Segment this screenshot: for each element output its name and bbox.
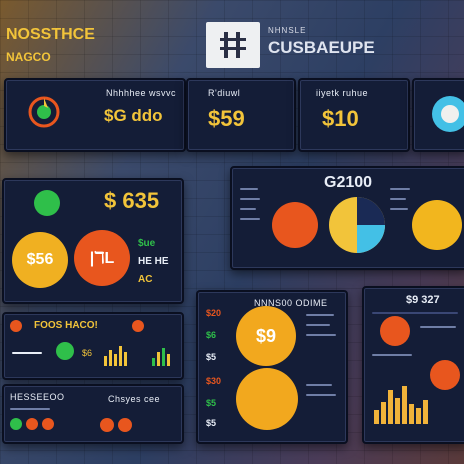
circle-b: |ℸL bbox=[74, 230, 130, 286]
legend-label: $6 bbox=[82, 348, 93, 358]
bottom-left-title: HESSEEOO bbox=[10, 392, 65, 402]
text-line bbox=[306, 334, 336, 336]
text-line bbox=[306, 394, 336, 396]
right-top-panel[interactable]: G2100 bbox=[230, 166, 464, 270]
orange-dot bbox=[118, 418, 132, 432]
text-line bbox=[390, 198, 406, 200]
top-card-4[interactable] bbox=[412, 78, 464, 152]
text-line bbox=[306, 314, 334, 316]
center-label: $6 bbox=[206, 330, 217, 340]
text-line bbox=[306, 384, 332, 386]
center-label: $20 bbox=[206, 308, 222, 318]
text-line bbox=[390, 208, 408, 210]
card-value: $10 bbox=[322, 106, 359, 131]
orange-dot bbox=[26, 418, 38, 430]
center-label: $5 bbox=[206, 352, 217, 362]
orange-dot bbox=[132, 320, 144, 332]
mid-left-title: FOOS HACO! bbox=[34, 320, 98, 331]
center-panel[interactable]: NNNS00 ODIME $20 $6 $5 $30 $5 $5 $9 bbox=[196, 290, 348, 444]
center-label: $5 bbox=[206, 418, 217, 428]
bottom-left-panel[interactable]: HESSEEOO Chsyes cee bbox=[2, 384, 184, 444]
brand-logo bbox=[206, 22, 260, 68]
center-label: $5 bbox=[206, 398, 217, 408]
donut-icon bbox=[432, 96, 464, 132]
summary-value: $ 635 bbox=[104, 188, 160, 213]
right-top-value: G2100 bbox=[324, 174, 373, 191]
card-label: Nhhhhee wsvvc bbox=[106, 88, 177, 98]
header-left-title: NOSSTHCE bbox=[6, 26, 95, 43]
text-line bbox=[372, 312, 458, 314]
text-line bbox=[390, 188, 410, 190]
gold-circle bbox=[412, 200, 462, 250]
right-bottom-panel[interactable]: $9 327 bbox=[362, 286, 464, 444]
status-dot-green bbox=[34, 190, 60, 216]
grid-icon bbox=[220, 32, 246, 58]
pie-chart-icon bbox=[329, 197, 385, 253]
panel-label-2: HE HE bbox=[138, 256, 169, 267]
center-circle-top: $9 bbox=[236, 306, 296, 366]
orange-dot bbox=[10, 320, 22, 332]
brand-subtitle: NHNSLE bbox=[268, 26, 307, 35]
panel-label-1: $ue bbox=[138, 238, 156, 249]
bar-chart bbox=[374, 384, 434, 424]
top-card-1[interactable]: Nhhhhee wsvvc $G ddo bbox=[4, 78, 186, 152]
green-dot bbox=[56, 342, 74, 360]
top-card-3[interactable]: iiyetk ruhue $10 bbox=[298, 78, 410, 152]
orange-dot bbox=[42, 418, 54, 430]
card-value: $59 bbox=[208, 106, 245, 131]
target-icon bbox=[28, 96, 60, 128]
circle-a: $56 bbox=[12, 232, 68, 288]
bottom-left-sub: Chsyes cee bbox=[108, 394, 161, 404]
mid-left-panel[interactable]: FOOS HACO! $6 bbox=[2, 312, 184, 380]
top-card-2[interactable]: R'diuwl $59 bbox=[186, 78, 296, 152]
orange-circle bbox=[272, 202, 318, 248]
text-line bbox=[240, 188, 258, 190]
mini-bar-chart bbox=[104, 344, 132, 366]
center-label: $30 bbox=[206, 376, 222, 386]
right-bottom-value: $9 327 bbox=[406, 294, 440, 306]
card-label: R'diuwl bbox=[208, 88, 241, 98]
text-line bbox=[306, 324, 330, 326]
center-circle-bottom bbox=[236, 368, 298, 430]
brand-title: CUSBAEUPE bbox=[268, 38, 375, 57]
orange-badge bbox=[430, 360, 460, 390]
card-label: iiyetk ruhue bbox=[316, 88, 369, 98]
left-summary-panel[interactable]: $ 635 $56 |ℸL $ue HE HE AC bbox=[2, 178, 184, 304]
text-line bbox=[10, 408, 50, 410]
text-line bbox=[240, 198, 260, 200]
header-left-sub: NAGCO bbox=[6, 50, 51, 64]
text-line bbox=[372, 354, 412, 356]
green-dot bbox=[10, 418, 22, 430]
panel-label-3: AC bbox=[138, 274, 153, 285]
text-line bbox=[240, 208, 256, 210]
text-line bbox=[12, 352, 42, 354]
text-line bbox=[420, 326, 456, 328]
card-value: $G ddo bbox=[104, 106, 163, 125]
orange-dot bbox=[100, 418, 114, 432]
orange-badge bbox=[380, 316, 410, 346]
text-line bbox=[240, 218, 260, 220]
mini-bar-chart-green bbox=[152, 344, 176, 366]
